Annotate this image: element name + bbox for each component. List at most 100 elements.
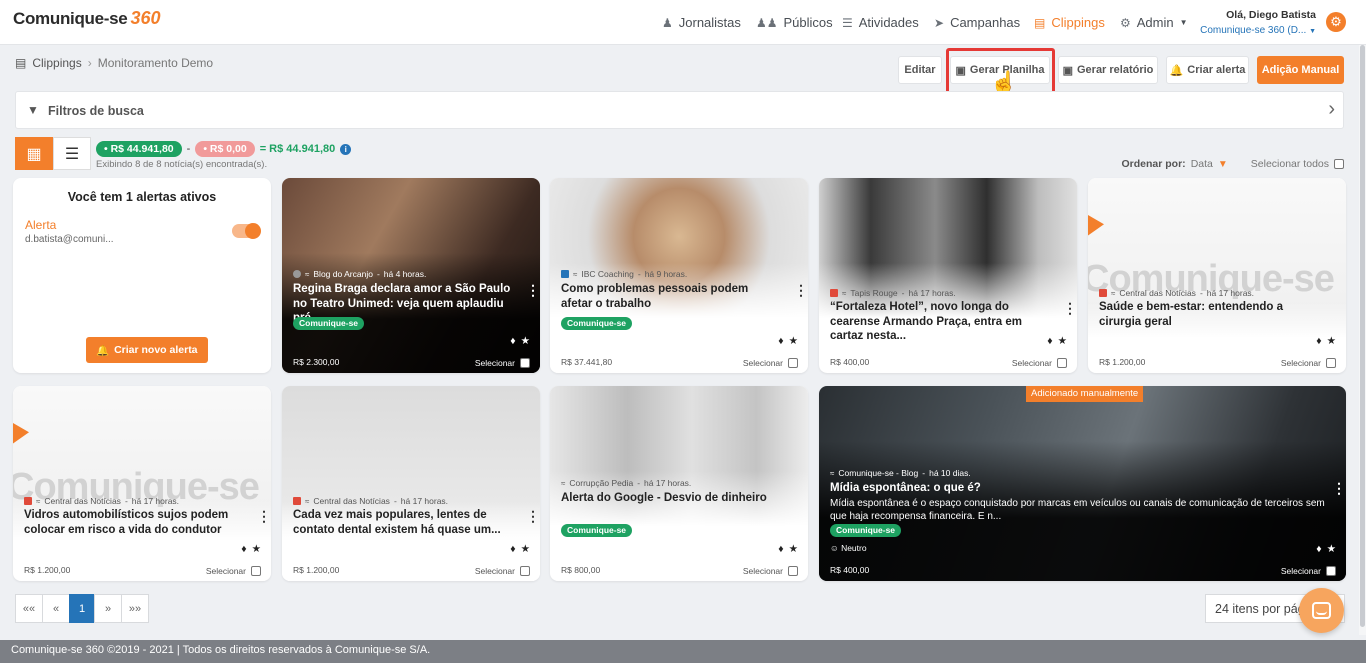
news-card-featured[interactable]: Adicionado manualmente ≈ Comunique-se - B… — [819, 386, 1346, 581]
filters-label: Filtros de busca — [48, 104, 144, 118]
tag-icon[interactable]: ♦ — [1047, 335, 1052, 347]
select-checkbox[interactable] — [1326, 566, 1336, 576]
scrollbar-thumb[interactable] — [1360, 45, 1365, 627]
client-tag: Comunique-se — [830, 524, 902, 537]
select-checkbox[interactable] — [1326, 358, 1336, 368]
footer: Comunique-se 360 ©2019 - 2021 | Todos os… — [0, 640, 1366, 663]
prev-page-button[interactable]: « — [42, 594, 70, 623]
first-page-button[interactable]: «« — [15, 594, 43, 623]
grid-view-button[interactable]: ▦ — [15, 137, 53, 170]
star-icon[interactable]: ★ — [789, 335, 798, 347]
caret-down-icon[interactable]: ▼ — [1218, 159, 1228, 170]
minus-sign: - — [186, 143, 191, 155]
list-view-button[interactable]: ☰ — [53, 137, 91, 170]
news-title[interactable]: Vidros automobilísticos sujos podem colo… — [24, 508, 242, 537]
alert-name[interactable]: Alerta — [25, 218, 56, 232]
generate-report-button[interactable]: ▣ Gerar relatório — [1058, 56, 1158, 84]
more-options-icon[interactable]: ⋮ — [257, 509, 271, 523]
tag-icon[interactable]: ♦ — [1316, 335, 1321, 347]
news-source: ≈ IBC Coaching - há 9 horas. — [561, 269, 687, 279]
select-checkbox[interactable] — [1057, 358, 1067, 368]
news-title[interactable]: Saúde e bem-estar: entendendo a cirurgia… — [1099, 300, 1317, 329]
news-card[interactable]: ≈ Tapis Rouge - há 17 horas. “Fortaleza H… — [819, 178, 1077, 373]
create-alert-button[interactable]: 🔔 Criar alerta — [1166, 56, 1249, 84]
client-tag: Comunique-se — [561, 524, 633, 537]
user-menu[interactable]: Olá, Diego Batista Comunique-se 360 (D..… — [1200, 9, 1316, 36]
nav-campanhas[interactable]: ➤ Campanhas — [934, 15, 1020, 30]
chevron-right-icon: › — [87, 56, 92, 70]
nav-publicos[interactable]: ♟♟ Públicos — [756, 15, 833, 30]
page-scrollbar[interactable] — [1359, 45, 1366, 635]
new-alert-button[interactable]: 🔔 Criar novo alerta — [86, 337, 208, 363]
news-card[interactable]: ≈ Blog do Arcanjo - há 4 horas. Regina Br… — [282, 178, 540, 373]
select-row: Selecionar — [743, 566, 798, 576]
news-title[interactable]: Mídia espontânea: o que é? — [830, 481, 1310, 496]
filter-icon: ▼ — [27, 103, 39, 117]
nav-jornalistas[interactable]: ♟ Jornalistas — [662, 15, 741, 30]
user-org[interactable]: Comunique-se 360 (D... ▼ — [1200, 25, 1316, 36]
sort-select[interactable]: Data — [1191, 158, 1213, 170]
star-icon[interactable]: ★ — [521, 543, 530, 555]
edit-button[interactable]: Editar — [898, 56, 942, 84]
tag-icon[interactable]: ♦ — [778, 335, 783, 347]
tag-icon[interactable]: ♦ — [778, 543, 783, 555]
alert-toggle[interactable] — [232, 223, 261, 239]
tag-icon[interactable]: ♦ — [1316, 543, 1321, 555]
select-checkbox[interactable] — [788, 566, 798, 576]
news-card[interactable]: Comunique-se ≈ Central das Notícias - há … — [1088, 178, 1346, 373]
next-page-button[interactable]: » — [94, 594, 122, 623]
users-icon: ♟♟ — [756, 15, 778, 30]
news-title[interactable]: Alerta do Google - Desvio de dinheiro — [561, 491, 779, 506]
star-icon[interactable]: ★ — [789, 543, 798, 555]
star-icon[interactable]: ★ — [1327, 335, 1336, 347]
value-summary: • R$ 44.941,80 - • R$ 0,00 = R$ 44.941,8… — [96, 141, 352, 157]
last-page-button[interactable]: »» — [121, 594, 149, 623]
more-options-icon[interactable]: ⋮ — [1332, 481, 1346, 495]
nav-atividades[interactable]: ☰ Atividades — [842, 15, 919, 30]
nav-admin[interactable]: ⚙ Admin ▼ — [1120, 15, 1188, 30]
select-checkbox[interactable] — [520, 566, 530, 576]
more-options-icon[interactable]: ⋮ — [1063, 301, 1077, 315]
news-card[interactable]: ≈ Central das Notícias - há 17 horas. Cad… — [282, 386, 540, 581]
more-options-icon[interactable]: ⋮ — [526, 509, 540, 523]
select-checkbox[interactable] — [788, 358, 798, 368]
news-title[interactable]: Como problemas pessoais podem afetar o t… — [561, 282, 779, 311]
search-filters-bar[interactable]: ▼ Filtros de busca › — [15, 91, 1344, 129]
select-checkbox[interactable] — [251, 566, 261, 576]
tag-icon[interactable]: ♦ — [510, 335, 515, 347]
alerts-title: Você tem 1 alertas ativos — [67, 190, 217, 204]
star-icon[interactable]: ★ — [521, 335, 530, 347]
app-logo[interactable]: Comunique-se 360 — [13, 8, 161, 29]
info-icon[interactable]: i — [340, 143, 352, 155]
select-all-checkbox[interactable] — [1334, 159, 1344, 169]
total-value: = R$ 44.941,80 — [259, 143, 336, 155]
select-checkbox[interactable] — [520, 358, 530, 368]
breadcrumb-root[interactable]: Clippings — [32, 56, 81, 70]
settings-gear-icon[interactable]: ⚙ — [1326, 12, 1346, 32]
more-options-icon[interactable]: ⋮ — [794, 283, 808, 297]
news-title[interactable]: Cada vez mais populares, lentes de conta… — [293, 508, 511, 537]
star-icon[interactable]: ★ — [1327, 543, 1336, 555]
chevron-right-icon[interactable]: › — [1328, 98, 1335, 121]
news-value: R$ 400,00 — [830, 357, 870, 367]
tag-icon[interactable]: ♦ — [510, 543, 515, 555]
bell-icon: 🔔 — [96, 344, 110, 357]
chevron-down-icon: ▼ — [1179, 18, 1188, 27]
news-card[interactable]: ≈ IBC Coaching - há 9 horas. Como problem… — [550, 178, 808, 373]
page-1-button[interactable]: 1 — [69, 594, 95, 623]
news-card[interactable]: Comunique-se ≈ Central das Notícias - há … — [13, 386, 271, 581]
news-title[interactable]: “Fortaleza Hotel”, novo longa do cearens… — [830, 300, 1048, 344]
more-options-icon[interactable]: ⋮ — [526, 283, 540, 297]
list-check-icon: ☰ — [842, 15, 853, 30]
chat-launcher-icon[interactable] — [1299, 588, 1344, 633]
select-row: Selecionar — [475, 566, 530, 576]
select-row: Selecionar — [743, 358, 798, 368]
gear-icon: ⚙ — [1120, 15, 1131, 30]
news-card[interactable]: ≈ Corrupção Pedia - há 17 horas. Alerta d… — [550, 386, 808, 581]
manual-add-button[interactable]: Adição Manual — [1257, 56, 1344, 84]
tag-icon[interactable]: ♦ — [241, 543, 246, 555]
star-icon[interactable]: ★ — [252, 543, 261, 555]
nav-clippings[interactable]: ▤ Clippings — [1034, 15, 1105, 30]
star-icon[interactable]: ★ — [1058, 335, 1067, 347]
select-row: Selecionar — [206, 566, 261, 576]
